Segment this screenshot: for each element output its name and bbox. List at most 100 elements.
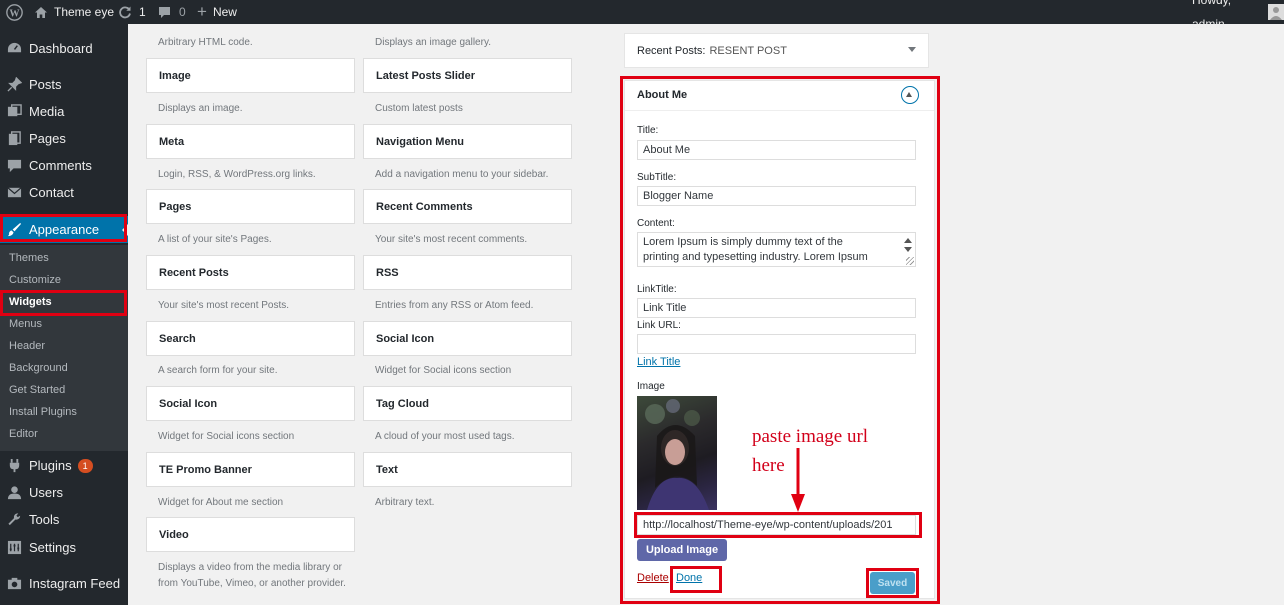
svg-text:W: W (9, 8, 20, 19)
recent-posts-widget[interactable]: Recent Posts: RESENT POST (624, 33, 929, 68)
chevron-down-icon[interactable] (908, 47, 916, 52)
sidebar-item-label: Tools (29, 512, 60, 527)
widget-image[interactable]: Image (146, 58, 355, 93)
widget-description: Your site's most recent comments. (375, 234, 528, 245)
widget-title: Search (159, 332, 196, 345)
sidebar-item-label: Dashboard (29, 41, 93, 56)
upload-image-button[interactable]: Upload Image (637, 539, 727, 561)
title-field[interactable]: About Me (637, 140, 916, 160)
widget-recent-comments[interactable]: Recent Comments (363, 189, 572, 224)
sidebar-item-label: Contact (29, 185, 74, 200)
envelope-icon (7, 185, 22, 200)
submenu-background[interactable]: Background (9, 361, 68, 375)
submenu-install-plugins[interactable]: Install Plugins (9, 405, 77, 419)
sidebar-item-instagram-feed[interactable]: Instagram Feed (0, 570, 128, 597)
widget-description: Displays a video from the media library … (158, 562, 346, 589)
widget-social-icon[interactable]: Social Icon (363, 321, 572, 356)
widget-title: Video (159, 528, 189, 541)
scroll-down-icon[interactable] (904, 247, 912, 252)
comment-icon (7, 158, 22, 173)
resize-handle-icon[interactable] (906, 257, 914, 265)
sidebar-item-appearance[interactable]: Appearance (0, 216, 128, 243)
widget-navigation-menu[interactable]: Navigation Menu (363, 124, 572, 159)
camera-icon (7, 576, 22, 591)
submenu-widgets[interactable]: Widgets (9, 295, 52, 309)
sidebar-item-posts[interactable]: Posts (0, 71, 128, 98)
link-preview[interactable]: Link Title (637, 356, 680, 368)
home-icon (34, 6, 48, 19)
widget-search[interactable]: Search (146, 321, 355, 356)
annotation-arrow-icon (791, 448, 805, 512)
current-menu-arrow (122, 224, 128, 236)
sidebar-item-settings[interactable]: Settings (0, 534, 128, 561)
wrench-icon (7, 512, 22, 527)
plugins-label: Plugins (29, 458, 72, 473)
widget-title: RSS (376, 266, 399, 279)
delete-link[interactable]: Delete (637, 572, 669, 584)
image-url-field[interactable]: http://localhost/Theme-eye/wp-content/up… (637, 515, 916, 535)
scroll-up-icon[interactable] (904, 238, 912, 243)
sidebar-item-pages[interactable]: Pages (0, 125, 128, 152)
linktitle-label: LinkTitle: (637, 284, 677, 295)
widget-social-icon[interactable]: Social Icon (146, 386, 355, 421)
sidebar-item-users[interactable]: Users (0, 479, 128, 506)
updates-link[interactable]: 1 (118, 0, 146, 24)
wordpress-logo-icon[interactable]: W (6, 0, 23, 24)
submenu-get-started[interactable]: Get Started (9, 383, 65, 397)
linkurl-field[interactable] (637, 334, 916, 354)
sidebar-item-media[interactable]: Media (0, 98, 128, 125)
account-menu[interactable]: Howdy, admin (1192, 0, 1284, 31)
sidebar-item-label: Comments (29, 158, 92, 173)
sidebar-item-dashboard[interactable]: Dashboard (0, 35, 128, 62)
widget-title: TE Promo Banner (159, 463, 252, 476)
widget-recent-posts[interactable]: Recent Posts (146, 255, 355, 290)
submenu-header[interactable]: Header (9, 339, 45, 353)
widget-description: Arbitrary HTML code. (158, 37, 253, 48)
widget-description: Widget for About me section (158, 497, 284, 508)
admin-bar: W Theme eye 1 0 + New Howdy, admin (0, 0, 1284, 31)
widget-description: Add a navigation menu to your sidebar. (375, 169, 549, 180)
widget-text[interactable]: Text (363, 452, 572, 487)
media-icon (7, 104, 22, 119)
about-me-header[interactable]: About Me (625, 81, 934, 111)
saved-button[interactable]: Saved (870, 572, 915, 594)
widget-title: Recent Comments (376, 200, 473, 213)
sidebar-item-contact[interactable]: Contact (0, 179, 128, 206)
widget-pages[interactable]: Pages (146, 189, 355, 224)
new-content-link[interactable]: + New (197, 0, 237, 24)
paintbrush-icon (7, 222, 22, 237)
widget-title: About Me (637, 89, 688, 101)
submenu-themes[interactable]: Themes (9, 251, 49, 265)
widget-meta[interactable]: Meta (146, 124, 355, 159)
widget-video[interactable]: Video (146, 517, 355, 552)
widget-rss[interactable]: RSS (363, 255, 572, 290)
widget-tag-cloud[interactable]: Tag Cloud (363, 386, 572, 421)
site-name-link[interactable]: Theme eye (34, 0, 114, 24)
sidebar-item-plugins[interactable]: Plugins 1 (0, 452, 128, 479)
sidebar-item-comments[interactable]: Comments (0, 152, 128, 179)
subtitle-field[interactable]: Blogger Name (637, 186, 916, 206)
chevron-up-icon[interactable] (901, 86, 919, 104)
widget-title: Latest Posts Slider (376, 69, 476, 82)
separator: | (670, 571, 673, 583)
annotation-line: here (752, 455, 785, 476)
comments-link[interactable]: 0 (158, 0, 186, 24)
admin-sidebar: Dashboard Posts Media Pages Comments Con… (0, 24, 128, 605)
pages-icon (7, 131, 22, 146)
widget-te-promo-banner[interactable]: TE Promo Banner (146, 452, 355, 487)
submenu-menus[interactable]: Menus (9, 317, 42, 331)
content-textarea[interactable]: Lorem Ipsum is simply dummy text of the … (637, 232, 916, 267)
widget-description: Widget for Social icons section (375, 365, 512, 376)
submenu-customize[interactable]: Customize (9, 273, 61, 287)
comment-bubble-icon (158, 6, 171, 19)
linktitle-field[interactable]: Link Title (637, 298, 916, 318)
sidebar-item-tools[interactable]: Tools (0, 506, 128, 533)
widget-title: Text (376, 463, 398, 476)
widget-latest-posts-slider[interactable]: Latest Posts Slider (363, 58, 572, 93)
widget-description: Custom latest posts (375, 103, 463, 114)
widget-title: Meta (159, 135, 185, 148)
submenu-editor[interactable]: Editor (9, 427, 38, 441)
widget-title: Recent Posts (159, 266, 229, 279)
greeting: Howdy, admin (1192, 0, 1232, 31)
done-link[interactable]: Done (676, 572, 702, 584)
